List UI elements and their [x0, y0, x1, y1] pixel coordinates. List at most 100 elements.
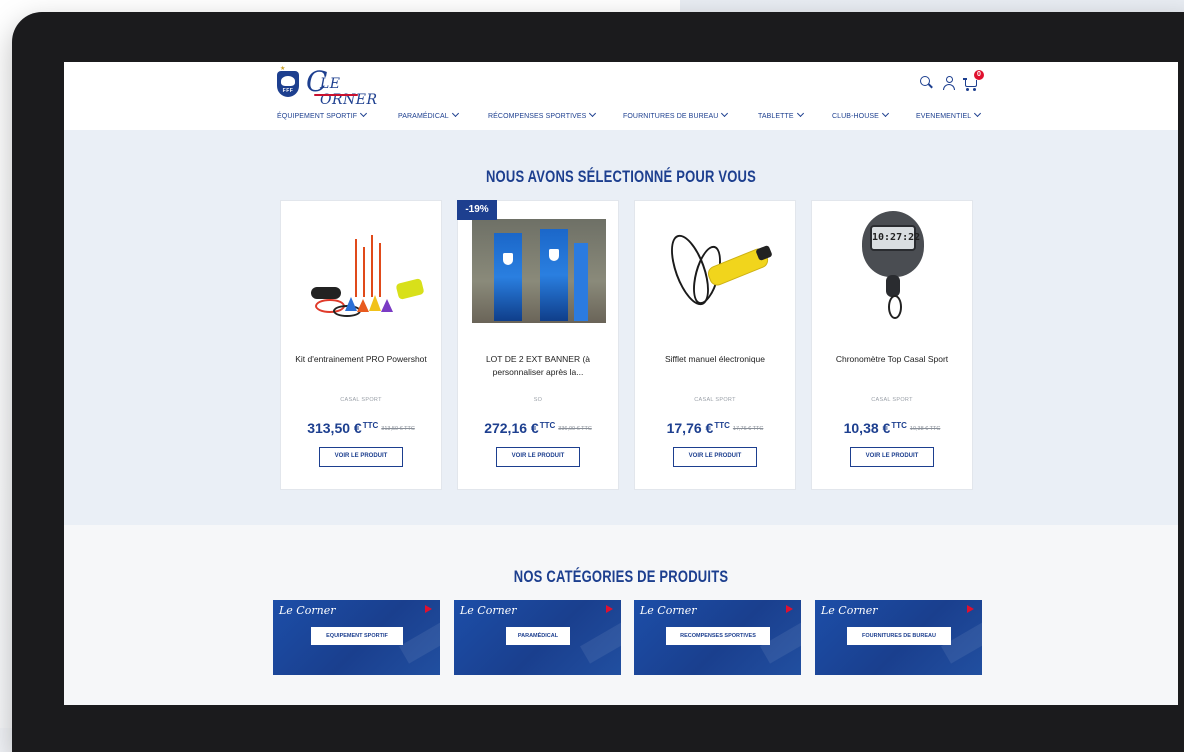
stopwatch-strap	[886, 275, 900, 297]
flag-icon	[606, 605, 613, 613]
old-price: 336,00 € TTC	[558, 426, 592, 432]
cart-wheel	[973, 88, 976, 91]
main-nav: Équipement sportif Paramédical Récompens…	[64, 109, 1178, 124]
product-image-stopwatch: 10:27:22	[826, 211, 960, 321]
logo-swoosh	[314, 94, 358, 96]
chevron-down-icon	[721, 109, 729, 118]
user-account-icon[interactable]	[941, 75, 957, 91]
product-price: 272,16 €	[484, 420, 539, 436]
category-label[interactable]: PARAMÉDICAL	[506, 627, 570, 645]
selection-section	[64, 130, 1178, 525]
nav-item-evenementiel[interactable]: Evenementiel	[916, 109, 982, 124]
category-label[interactable]: EQUIPEMENT SPORTIF	[311, 627, 403, 645]
product-name[interactable]: LOT DE 2 EXT BANNER (à personnaliser apr…	[468, 353, 608, 379]
fff-logo[interactable]: ★ FFF	[277, 66, 299, 97]
category-tile-equipement-sportif[interactable]: Le Corner EQUIPEMENT SPORTIF	[273, 600, 440, 675]
cone-shape	[381, 299, 393, 312]
price-ttc: TTC	[362, 421, 379, 430]
nav-item-equipement-sportif[interactable]: Équipement sportif	[277, 109, 368, 124]
product-price: 17,76 €	[666, 420, 714, 436]
website-screen: ★ FFF C LE ORNER 0 ÉQUIPEMENT SPORTIF PA…	[64, 62, 1178, 705]
rollup-banner-side	[574, 243, 588, 321]
chevron-down-icon	[974, 109, 982, 118]
product-brand: CASAL SPORT	[871, 397, 913, 403]
selection-title: NOUS AVONS SÉLECTIONNÉ POUR VOUS	[485, 167, 757, 186]
yellow-vest	[395, 278, 425, 300]
user-body	[943, 84, 955, 90]
nav-item-recompenses-sportives[interactable]: Récompenses sportives	[488, 109, 597, 124]
view-product-button[interactable]: VOIR LE PRODUIT	[850, 447, 934, 467]
cone-shape	[357, 299, 369, 312]
search-handle	[928, 83, 933, 89]
category-tile-paramedical[interactable]: Le Corner PARAMÉDICAL	[454, 600, 621, 675]
header-icons: 0	[907, 70, 987, 93]
chevron-down-icon	[360, 109, 368, 118]
nav-label: Paramédical	[398, 113, 449, 120]
le-corner-mini-logo: Le Corner	[821, 604, 878, 617]
le-corner-mini-logo: Le Corner	[460, 604, 517, 617]
cart-icon[interactable]: 0	[963, 70, 984, 91]
le-corner-mini-logo: Le Corner	[279, 604, 336, 617]
category-label[interactable]: RECOMPENSES SPORTIVES	[666, 627, 770, 645]
price-row: 10,38 €TTC 10,38 € TTC	[812, 420, 972, 438]
product-image-banners	[472, 219, 606, 329]
old-price: 313,50 € TTC	[381, 426, 415, 432]
product-price: 10,38 €	[843, 420, 891, 436]
logo-corner-small: LE ORNER	[320, 76, 378, 108]
rollup-banner	[540, 229, 568, 321]
search-icon[interactable]	[919, 75, 935, 91]
product-name[interactable]: Chronomètre Top Casal Sport	[822, 353, 962, 366]
cone-shape	[345, 297, 357, 311]
nav-label: Evenementiel	[916, 113, 972, 120]
fff-emblem-icon	[503, 253, 513, 265]
product-name[interactable]: Kit d'entrainement PRO Powershot	[291, 353, 431, 366]
product-card[interactable]: 10:27:22 Chronomètre Top Casal Sport CAS…	[811, 200, 973, 490]
product-card[interactable]: -19% LOT DE 2 EXT BANNER (à personnalise…	[457, 200, 619, 490]
product-price: 313,50 €	[307, 420, 362, 436]
chevron-down-icon	[796, 109, 804, 118]
product-brand: SO	[533, 397, 543, 403]
old-price: 17,76 € TTC	[732, 426, 764, 432]
pole-shape	[379, 243, 381, 297]
tile-stripe	[580, 616, 621, 664]
nav-label: Récompenses sportives	[488, 113, 587, 120]
pole-shape	[371, 235, 373, 297]
rooster-icon	[281, 76, 295, 86]
price-ttc: TTC	[714, 421, 730, 430]
tile-stripe	[399, 616, 440, 664]
product-card[interactable]: Sifflet manuel électronique CASAL SPORT …	[634, 200, 796, 490]
discount-badge: -19%	[457, 200, 497, 220]
star-icon: ★	[280, 66, 286, 72]
chevron-down-icon	[451, 109, 459, 118]
view-product-button[interactable]: VOIR LE PRODUIT	[673, 447, 757, 467]
category-tile-fournitures-de-bureau[interactable]: Le Corner FOURNITURES DE BUREAU	[815, 600, 982, 675]
view-product-button[interactable]: VOIR LE PRODUIT	[319, 447, 403, 467]
flag-icon	[786, 605, 793, 613]
cart-count-badge: 0	[974, 70, 984, 80]
nav-item-fournitures-de-bureau[interactable]: Fournitures de bureau	[623, 109, 729, 124]
le-corner-logo[interactable]: C LE ORNER	[306, 68, 377, 109]
fff-letters: FFF	[282, 88, 294, 94]
price-row: 313,50 €TTC 313,50 € TTC	[281, 420, 441, 438]
stopwatch-cord	[888, 295, 902, 319]
categories-section	[64, 525, 1178, 705]
cart-wheel	[966, 88, 969, 91]
nav-item-tablette[interactable]: Tablette	[758, 109, 804, 124]
nav-item-club-house[interactable]: Club-house	[832, 109, 889, 124]
price-ttc: TTC	[891, 421, 907, 430]
product-image-whistle	[649, 217, 783, 327]
product-name[interactable]: Sifflet manuel électronique	[645, 353, 785, 366]
view-product-button[interactable]: VOIR LE PRODUIT	[496, 447, 580, 467]
category-label[interactable]: FOURNITURES DE BUREAU	[847, 627, 951, 645]
price-row: 272,16 €TTC 336,00 € TTC	[458, 420, 618, 438]
nav-item-paramedical[interactable]: Paramédical	[398, 109, 459, 124]
category-tile-recompenses-sportives[interactable]: Le Corner RECOMPENSES SPORTIVES	[634, 600, 801, 675]
product-card[interactable]: Kit d'entrainement PRO Powershot CASAL S…	[280, 200, 442, 490]
categories-title: NOS CATÉGORIES DE PRODUITS	[513, 567, 729, 586]
product-brand: CASAL SPORT	[340, 397, 382, 403]
nav-label: Tablette	[758, 113, 794, 120]
stopwatch-display: 10:27:22	[870, 225, 920, 251]
chevron-down-icon	[589, 109, 597, 118]
pole-shape	[355, 239, 357, 297]
pole-shape	[363, 247, 365, 297]
